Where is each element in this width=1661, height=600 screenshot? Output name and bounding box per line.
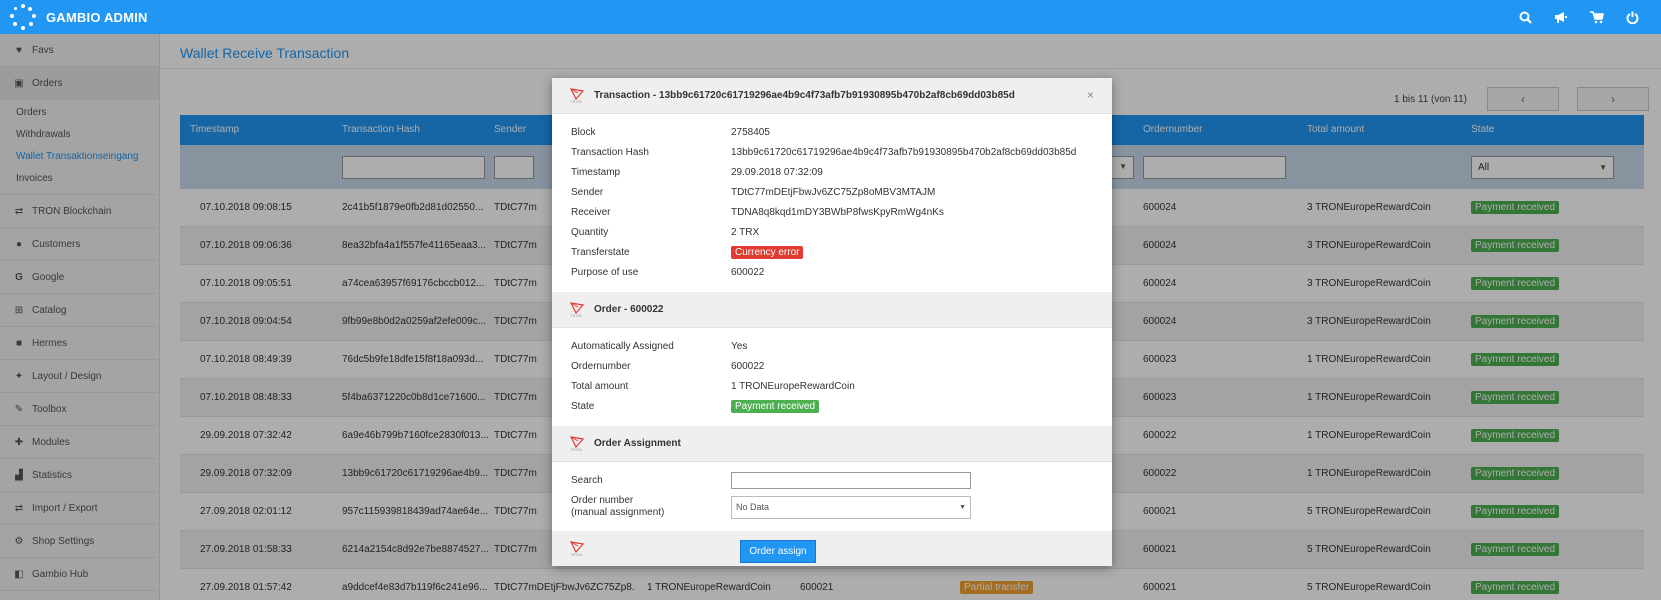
order-number-select[interactable]: No Data ▼ (731, 495, 971, 519)
detail-label: Automatically Assigned (571, 340, 674, 352)
cart-icon[interactable] (1590, 10, 1604, 24)
detail-label: Sender (571, 186, 604, 198)
app-title: GAMBIO ADMIN (46, 9, 148, 25)
modal-footer: TRON Order assign (552, 531, 1112, 566)
detail-value: 2 TRX (731, 226, 760, 238)
megaphone-icon[interactable] (1554, 11, 1568, 24)
tron-logo-icon: TRON (569, 541, 586, 557)
order-section-header: TRON Order - 600022 (552, 292, 1112, 328)
order-details: Automatically Assigned Yes Ordernumber 600… (552, 328, 1112, 426)
order-search-input[interactable] (731, 472, 971, 489)
detail-value: 600022 (731, 266, 765, 278)
modal-title: Transaction - 13bb9c61720c61719296ae4b9c… (594, 90, 1015, 101)
close-icon[interactable]: × (1087, 88, 1094, 102)
detail-value: TDNA8q8kqd1mDY3BWbP8fwsKpyRmWg4nKs (731, 206, 944, 218)
detail-value: 1 TRONEuropeRewardCoin (731, 380, 855, 392)
detail-label: Transaction Hash (571, 146, 649, 158)
order-number-label: Order number (571, 495, 634, 506)
search-icon[interactable] (1519, 11, 1532, 24)
order-assign-button[interactable]: Order assign (740, 540, 816, 563)
detail-label: Receiver (571, 206, 611, 218)
power-icon[interactable] (1626, 11, 1639, 24)
detail-label: Quantity (571, 226, 609, 238)
brand[interactable]: GAMBIO ADMIN (0, 0, 148, 34)
detail-label: Transferstate (571, 246, 630, 258)
detail-value: 2758405 (731, 126, 770, 138)
tron-logo-icon: TRON (569, 301, 586, 318)
detail-label: Purpose of use (571, 266, 639, 278)
detail-value: Yes (731, 340, 748, 352)
transaction-modal: TRON Transaction - 13bb9c61720c61719296a… (552, 78, 1112, 566)
order-section-title: Order - 600022 (594, 304, 664, 315)
status-badge: Payment received (731, 399, 820, 413)
detail-label: Total amount (571, 380, 629, 392)
detail-label: Ordernumber (571, 360, 631, 372)
transaction-details: Block 2758405 Transaction Hash 13bb9c61720… (552, 114, 1112, 292)
search-label: Search (571, 474, 603, 486)
assignment-section-title: Order Assignment (594, 438, 681, 449)
assignment-section-header: TRON Order Assignment (552, 426, 1112, 462)
detail-label: Timestamp (571, 166, 621, 178)
top-bar: GAMBIO ADMIN (0, 0, 1661, 34)
detail-value: TDtC77mDEtjFbwJv6ZC75Zp8oMBV3MTAJM (731, 186, 936, 198)
detail-label: State (571, 400, 595, 412)
transaction-section-header: TRON Transaction - 13bb9c61720c61719296a… (552, 78, 1112, 114)
gambio-logo-icon (10, 4, 36, 30)
transferstate-badge: Currency error (731, 245, 804, 259)
detail-label: Block (571, 126, 596, 138)
detail-value: 13bb9c61720c61719296ae4b9c4f73afb7b91930… (731, 146, 1077, 158)
tron-logo-icon: TRON (569, 435, 586, 452)
detail-value: 29.09.2018 07:32:09 (731, 166, 823, 178)
detail-value: 600022 (731, 360, 765, 372)
assignment-form: Search Order number (manual assignment) … (552, 462, 1112, 531)
caret-down-icon: ▼ (959, 503, 966, 511)
manual-assignment-label: (manual assignment) (571, 507, 665, 518)
tron-logo-icon: TRON (569, 87, 586, 104)
